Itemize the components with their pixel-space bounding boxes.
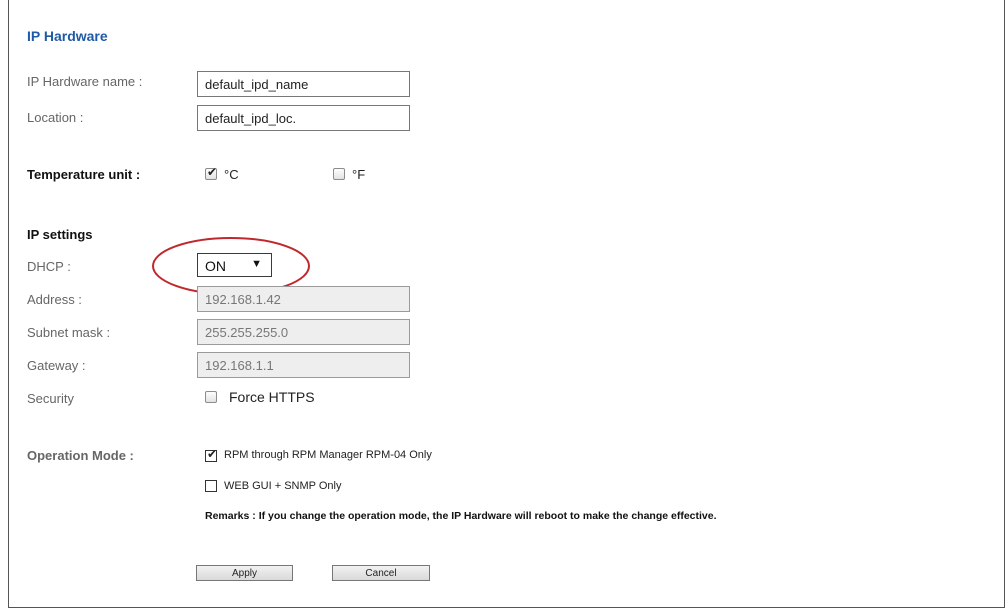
operation-mode-web-label: WEB GUI + SNMP Only xyxy=(224,480,342,492)
ip-hardware-name-label: IP Hardware name : xyxy=(27,74,143,89)
operation-mode-web-checkbox[interactable] xyxy=(205,480,217,492)
fahrenheit-checkbox[interactable] xyxy=(333,168,345,180)
force-https-checkbox[interactable] xyxy=(205,391,217,403)
operation-mode-remarks: Remarks : If you change the operation mo… xyxy=(205,510,717,522)
ip-hardware-name-input[interactable]: default_ipd_name xyxy=(197,71,410,97)
cancel-button[interactable]: Cancel xyxy=(332,565,430,581)
gateway-label: Gateway : xyxy=(27,358,86,373)
check-icon: ✔ xyxy=(207,165,218,179)
temperature-unit-label: Temperature unit : xyxy=(27,167,141,182)
security-label: Security xyxy=(27,391,74,406)
ip-settings-heading: IP settings xyxy=(27,227,93,242)
operation-mode-rpm-label: RPM through RPM Manager RPM-04 Only xyxy=(224,449,432,461)
subnet-mask-label: Subnet mask : xyxy=(27,325,111,340)
location-label: Location : xyxy=(27,110,84,125)
location-input[interactable]: default_ipd_loc. xyxy=(197,105,410,131)
page-title: IP Hardware xyxy=(27,28,108,44)
dhcp-label: DHCP : xyxy=(27,259,71,274)
operation-mode-label: Operation Mode : xyxy=(27,448,134,463)
celsius-label: °C xyxy=(224,167,239,182)
apply-button[interactable]: Apply xyxy=(196,565,293,581)
force-https-label: Force HTTPS xyxy=(229,389,315,405)
subnet-mask-input[interactable]: 255.255.255.0 xyxy=(197,319,410,345)
fahrenheit-label: °F xyxy=(352,167,366,182)
celsius-checkbox[interactable]: ✔ xyxy=(205,165,218,180)
operation-mode-rpm-checkbox[interactable]: ✔ xyxy=(205,447,218,462)
check-icon: ✔ xyxy=(207,447,218,461)
address-label: Address : xyxy=(27,292,82,307)
address-input[interactable]: 192.168.1.42 xyxy=(197,286,410,312)
gateway-input[interactable]: 192.168.1.1 xyxy=(197,352,410,378)
